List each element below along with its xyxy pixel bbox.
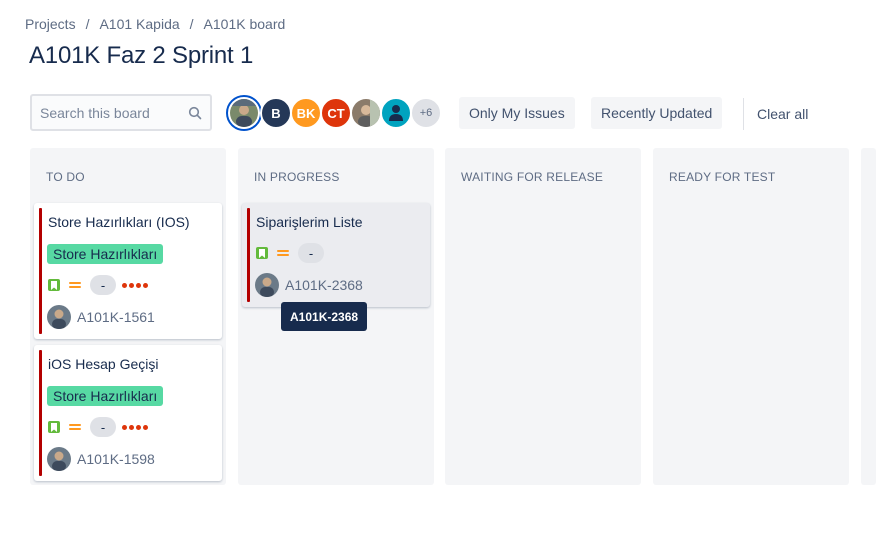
card-footer: A101K-1561	[47, 305, 155, 329]
breadcrumb-separator: /	[189, 16, 194, 32]
story-icon	[256, 247, 268, 259]
assignee-avatar	[47, 447, 71, 471]
priority-dots-icon	[122, 282, 148, 288]
recently-updated-button[interactable]: Recently Updated	[591, 97, 723, 129]
card-edge	[39, 208, 42, 334]
clear-all-button[interactable]: Clear all	[757, 106, 808, 122]
column-title: READY FOR TEST	[669, 170, 776, 184]
story-icon	[48, 421, 60, 433]
avatar-filter[interactable]	[350, 97, 382, 129]
breadcrumb-board[interactable]: A101K board	[204, 16, 286, 32]
card-summary: Siparişlerim Liste	[256, 214, 363, 230]
avatar-more-button[interactable]: +6	[410, 97, 442, 129]
column-todo: TO DO Store Hazırlıkları (IOS) Store Haz…	[30, 148, 226, 485]
search-icon	[188, 106, 202, 120]
column-title: WAITING FOR RELEASE	[461, 170, 604, 184]
avatar-filter[interactable]	[380, 97, 412, 129]
column-title: IN PROGRESS	[254, 170, 340, 184]
column-ready-for-test: READY FOR TEST	[653, 148, 849, 485]
avatar-filter-selected[interactable]	[226, 95, 262, 131]
assignee-avatar	[47, 305, 71, 329]
avatar-filter[interactable]: B	[260, 97, 292, 129]
person-icon	[386, 102, 406, 125]
column-title: TO DO	[46, 170, 85, 184]
card-summary: iOS Hesap Geçişi	[48, 356, 159, 372]
priority-medium-icon	[68, 421, 82, 433]
column-partial	[861, 148, 876, 485]
card-meta: -	[48, 275, 148, 295]
estimate-badge: -	[298, 243, 324, 263]
issue-card[interactable]: iOS Hesap Geçişi Store Hazırlıkları - A1…	[34, 345, 222, 481]
issue-card[interactable]: Siparişlerim Liste - A101K-2368	[242, 203, 430, 307]
breadcrumb-separator: /	[85, 16, 90, 32]
epic-label: Store Hazırlıkları	[47, 244, 164, 264]
avatar-initials: CT	[327, 105, 345, 121]
tooltip: A101K-2368	[281, 302, 368, 331]
avatar-initials: B	[271, 105, 281, 121]
estimate-badge: -	[90, 275, 116, 295]
search-input[interactable]	[40, 104, 180, 121]
issue-card[interactable]: Store Hazırlıkları (IOS) Store Hazırlıkl…	[34, 203, 222, 339]
avatar-filter[interactable]: BK	[290, 97, 322, 129]
divider	[743, 98, 744, 130]
card-edge	[247, 208, 250, 302]
card-footer: A101K-2368	[255, 273, 363, 297]
avatar-initials: BK	[296, 105, 316, 121]
card-summary: Store Hazırlıkları (IOS)	[48, 214, 190, 230]
card-meta: -	[256, 243, 324, 263]
priority-medium-icon	[68, 279, 82, 291]
epic-label: Store Hazırlıkları	[47, 386, 164, 406]
card-meta: -	[48, 417, 148, 437]
story-icon	[48, 279, 60, 291]
avatar-filter-group: B BK CT +6	[226, 95, 442, 131]
issue-key[interactable]: A101K-1598	[77, 451, 155, 467]
breadcrumb: Projects / A101 Kapida / A101K board	[25, 16, 285, 32]
estimate-badge: -	[90, 417, 116, 437]
breadcrumb-projects[interactable]: Projects	[25, 16, 76, 32]
avatar-filter[interactable]: CT	[320, 97, 352, 129]
card-edge	[39, 350, 42, 476]
issue-key[interactable]: A101K-2368	[285, 277, 363, 293]
card-footer: A101K-1598	[47, 447, 155, 471]
search-box	[30, 94, 212, 131]
page-title: A101K Faz 2 Sprint 1	[29, 42, 254, 69]
priority-dots-icon	[122, 424, 148, 430]
priority-medium-icon	[276, 247, 290, 259]
only-my-issues-button[interactable]: Only My Issues	[459, 97, 575, 129]
assignee-avatar	[255, 273, 279, 297]
column-waiting-for-release: WAITING FOR RELEASE	[445, 148, 641, 485]
breadcrumb-project[interactable]: A101 Kapida	[99, 16, 179, 32]
issue-key[interactable]: A101K-1561	[77, 309, 155, 325]
